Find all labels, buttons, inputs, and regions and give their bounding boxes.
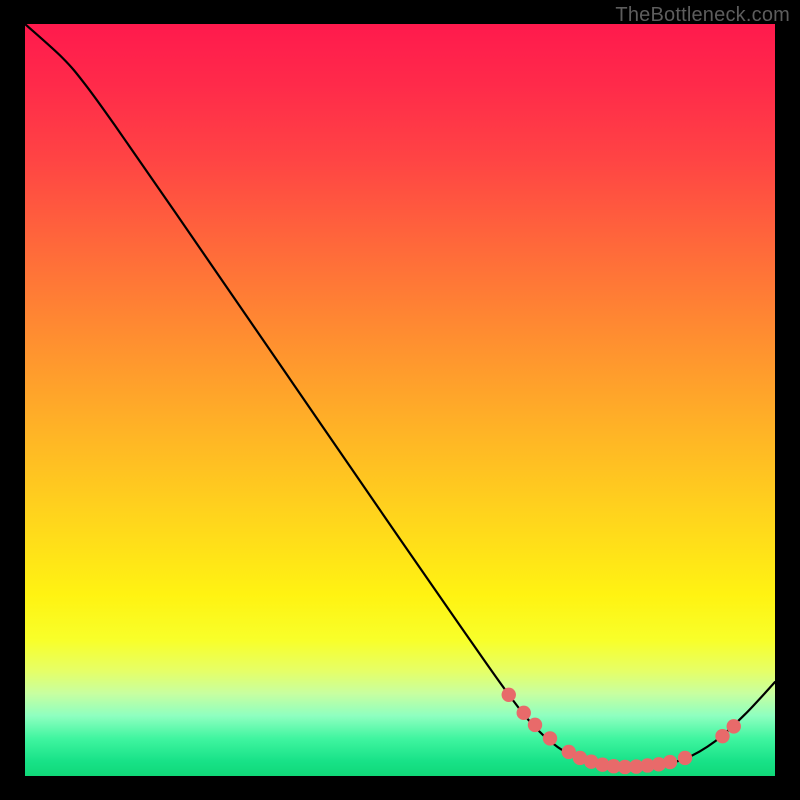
watermark-text: TheBottleneck.com bbox=[615, 4, 790, 27]
highlight-dot bbox=[517, 706, 531, 720]
highlight-dot bbox=[502, 688, 516, 702]
chart-svg bbox=[25, 24, 775, 776]
highlight-dot bbox=[528, 718, 542, 732]
highlight-dot bbox=[727, 719, 741, 733]
highlight-dot bbox=[663, 755, 677, 769]
highlight-dot bbox=[678, 751, 692, 765]
highlight-dots bbox=[502, 688, 741, 775]
highlight-dot bbox=[715, 729, 729, 743]
chart-area bbox=[25, 24, 775, 776]
bottleneck-curve bbox=[25, 24, 775, 767]
highlight-dot bbox=[543, 731, 557, 745]
